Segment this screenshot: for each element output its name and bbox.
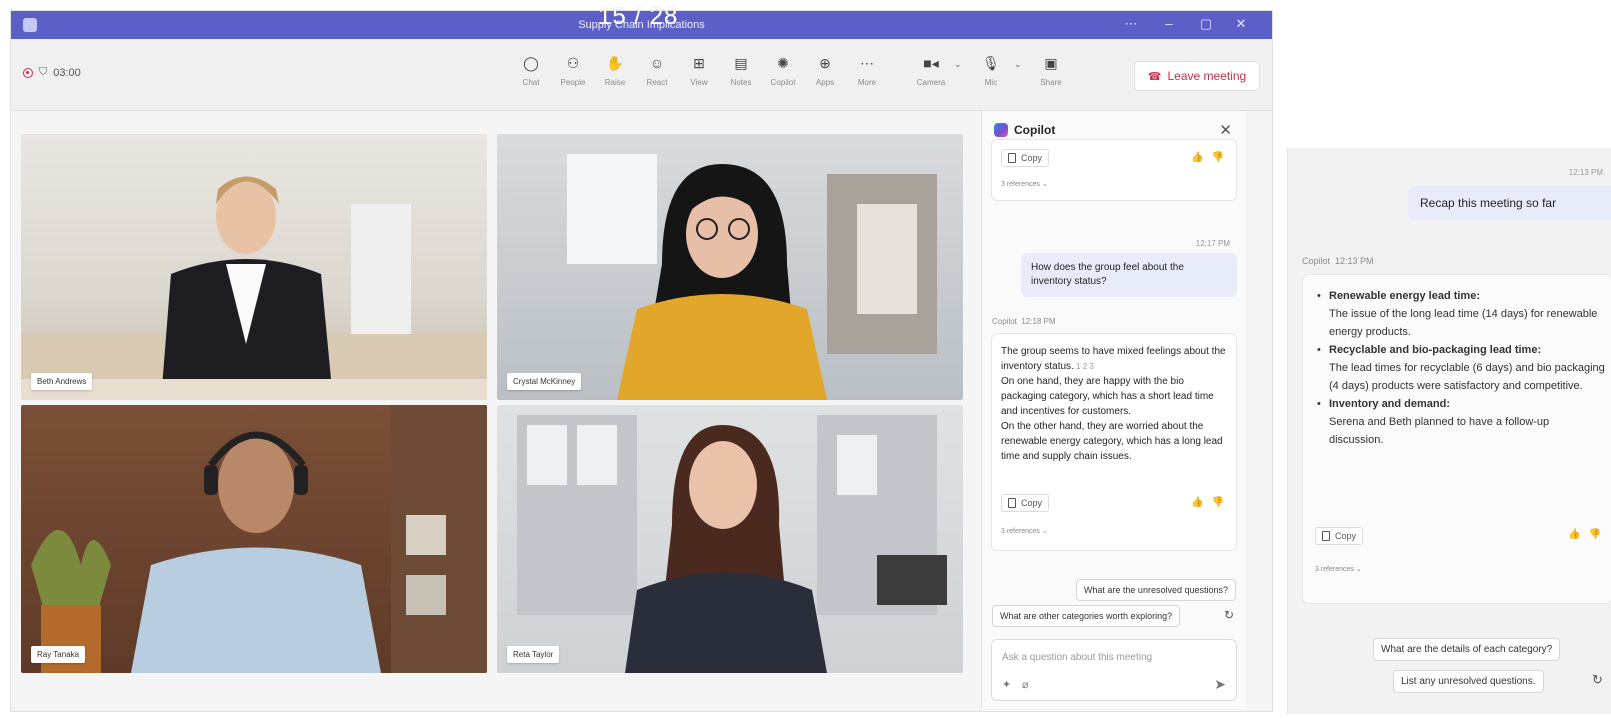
page-indicator: 15 / 28: [598, 3, 679, 30]
close-copilot-icon[interactable]: ✕: [1219, 121, 1232, 139]
suggestion-chip[interactable]: List any unresolved questions.: [1393, 670, 1544, 693]
previous-response-card: Copy 👍👎 3 references ⌄: [991, 139, 1237, 201]
copy-icon: [1008, 153, 1016, 163]
user-message: How does the group feel about the invent…: [1021, 253, 1237, 297]
refresh-suggestions-icon[interactable]: ↻: [1224, 608, 1234, 622]
react-button[interactable]: ☺ React: [637, 53, 677, 87]
ai-message-meta: Copilot 12:18 PM: [992, 317, 1056, 326]
copilot-response-text: The group seems to have mixed feelings a…: [1001, 346, 1226, 462]
camera-options-chevron-icon[interactable]: ⌄: [954, 59, 962, 70]
react-icon: ☺: [649, 55, 665, 71]
apps-icon: ⊕: [819, 55, 831, 71]
video-tile-reta-taylor[interactable]: Reta Taylor: [497, 405, 963, 673]
user-message-time: 12:13 PM: [1568, 168, 1603, 177]
more-button[interactable]: ⋯ More: [847, 53, 887, 87]
participant-name-tag: Crystal McKinney: [507, 373, 582, 390]
notes-icon: ▤: [734, 55, 748, 71]
video-tile-beth-andrews[interactable]: Beth Andrews: [21, 134, 487, 400]
apps-button[interactable]: ⊕ Apps: [805, 53, 845, 87]
attach-icon[interactable]: ⌀: [1022, 678, 1029, 691]
participant-name-tag: Reta Taylor: [507, 646, 560, 663]
view-icon: ⊞: [693, 55, 705, 71]
video-tile-ray-tanaka[interactable]: Ray Tanaka: [21, 405, 487, 673]
user-message-time: 12:17 PM: [1195, 239, 1230, 248]
copilot-button[interactable]: ✺ Copilot: [763, 53, 803, 87]
people-button[interactable]: ⚇ People: [553, 53, 593, 87]
copy-button[interactable]: Copy: [1001, 149, 1050, 167]
video-tile-crystal-mckinney[interactable]: Crystal McKinney: [497, 134, 963, 400]
participant-name-tag: Beth Andrews: [31, 373, 93, 390]
raise-hand-button[interactable]: ✋ Raise: [595, 53, 635, 87]
references-toggle[interactable]: 3 references ⌄: [1315, 565, 1362, 573]
more-options-icon[interactable]: ⋯: [1121, 16, 1141, 32]
suggestion-chip[interactable]: What are the details of each category?: [1373, 638, 1561, 661]
participant-video: [517, 415, 947, 673]
chat-icon: ◯: [523, 55, 539, 71]
send-icon[interactable]: ➤: [1214, 676, 1226, 693]
recording-indicator: ⛉ 03:00: [23, 66, 81, 79]
leave-meeting-button[interactable]: ☎ Leave meeting: [1134, 61, 1260, 91]
copilot-response-card: The group seems to have mixed feelings a…: [991, 333, 1237, 551]
recap-bullet: Inventory and demand:Serena and Beth pla…: [1315, 395, 1605, 449]
more-icon: ⋯: [860, 55, 874, 71]
phone-hangup-icon: ☎: [1147, 71, 1162, 83]
camera-icon: ■◂: [923, 55, 939, 71]
people-icon: ⚇: [566, 55, 580, 71]
zoomed-copilot-panel: 12:13 PM Recap this meeting so far Copil…: [1287, 148, 1611, 714]
share-icon: ▣: [1044, 55, 1058, 71]
suggestion-chip[interactable]: What are other categories worth explorin…: [992, 605, 1181, 627]
copilot-header: Copilot: [994, 123, 1055, 137]
share-button[interactable]: ▣ Share: [1031, 53, 1071, 87]
mic-button[interactable]: 🎙 Mic: [971, 53, 1011, 87]
copilot-input-placeholder: Ask a question about this meeting: [1002, 652, 1153, 663]
sparkle-icon[interactable]: ✦: [1002, 678, 1011, 691]
recording-icon: [23, 67, 33, 78]
mic-icon: 🎙: [982, 55, 1000, 71]
copilot-title: Copilot: [1014, 123, 1056, 137]
feedback-icons[interactable]: 👍👎: [1191, 152, 1232, 163]
meeting-toolbar: ⛉ 03:00 ◯ Chat ⚇ People ✋ Raise ☺ React ⊞ Vie…: [11, 39, 1272, 111]
participant-name-tag: Ray Tanaka: [31, 646, 86, 663]
recap-bullets: Renewable energy lead time:The issue of …: [1315, 287, 1605, 449]
participant-video: [21, 176, 487, 400]
recap-bullet: Recyclable and bio-packaging lead time:T…: [1315, 341, 1605, 395]
teams-window: Supply Chain Implications ⋯ – ▢ ✕ ⛉ 03:0…: [10, 10, 1273, 712]
shield-icon: ⛉: [39, 66, 48, 78]
ai-message-meta: Copilot 12:13 PM: [1302, 256, 1374, 266]
minimize-icon[interactable]: –: [1159, 16, 1179, 31]
close-icon[interactable]: ✕: [1231, 16, 1251, 32]
mic-options-chevron-icon[interactable]: ⌄: [1014, 59, 1022, 70]
feedback-icons[interactable]: 👍👎: [1191, 497, 1232, 508]
references-toggle[interactable]: 3 references ⌄: [1001, 180, 1048, 188]
participant-video: [567, 154, 937, 400]
references-toggle[interactable]: 3 references ⌄: [1001, 527, 1048, 535]
refresh-suggestions-icon[interactable]: ↻: [1592, 672, 1603, 688]
raise-hand-icon: ✋: [606, 55, 624, 71]
copy-button[interactable]: Copy: [1315, 527, 1364, 545]
chat-button[interactable]: ◯ Chat: [511, 53, 551, 87]
copy-icon: [1008, 498, 1016, 508]
user-message: Recap this meeting so far: [1408, 186, 1611, 220]
copilot-icon: ✺: [777, 55, 789, 71]
maximize-icon[interactable]: ▢: [1196, 16, 1216, 32]
copy-icon: [1322, 531, 1330, 541]
meeting-timer: 03:00: [53, 66, 81, 79]
suggestion-chip[interactable]: What are the unresolved questions?: [1075, 579, 1236, 601]
view-button[interactable]: ⊞ View: [679, 53, 719, 87]
participant-video: [31, 405, 487, 673]
recap-bullet: Renewable energy lead time:The issue of …: [1315, 287, 1605, 341]
feedback-icons[interactable]: 👍👎: [1568, 529, 1609, 540]
copilot-input[interactable]: Ask a question about this meeting ✦ ⌀ ➤: [991, 639, 1237, 701]
notes-button[interactable]: ▤ Notes: [721, 53, 761, 87]
camera-button[interactable]: ■◂ Camera: [911, 53, 951, 87]
recap-response-card: Renewable energy lead time:The issue of …: [1302, 274, 1611, 604]
copilot-logo-icon: [994, 123, 1008, 137]
copilot-pane: Copilot ✕ Copy 👍👎 3 references ⌄ 12:17 P…: [981, 111, 1246, 709]
copy-button[interactable]: Copy: [1001, 494, 1050, 512]
citation-dots[interactable]: 1 2 3: [1074, 362, 1094, 371]
